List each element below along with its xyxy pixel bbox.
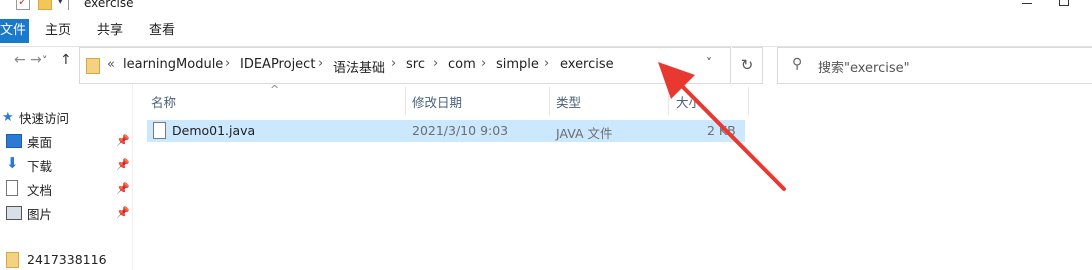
chevron-right-icon[interactable]: › <box>391 56 396 71</box>
search-input[interactable]: ⚲ 搜索"exercise" <box>777 47 1092 84</box>
breadcrumb-exercise[interactable]: exercise <box>560 57 614 72</box>
refresh-icon[interactable]: ↻ <box>732 47 763 84</box>
sort-ascending-icon: ^ <box>270 83 280 96</box>
chevron-right-icon[interactable]: › <box>433 56 438 71</box>
search-icon: ⚲ <box>792 56 803 72</box>
column-header-modified[interactable]: 修改日期 <box>412 92 462 111</box>
desktop-icon <box>6 134 22 148</box>
customize-toolbar-chevron-icon[interactable]: ▾ <box>58 0 63 7</box>
file-name: Demo01.java <box>172 123 256 138</box>
maximize-icon[interactable] <box>1059 0 1069 6</box>
pictures-icon <box>6 206 22 220</box>
breadcrumb-overflow[interactable]: « <box>107 57 115 72</box>
chevron-right-icon[interactable]: › <box>318 56 323 71</box>
file-modified: 2021/3/10 9:03 <box>412 123 509 138</box>
column-divider[interactable] <box>748 87 749 115</box>
breadcrumb-learningmodule[interactable]: learningModule <box>123 57 223 72</box>
search-placeholder: 搜索"exercise" <box>818 61 910 76</box>
star-icon: ★ <box>2 110 14 125</box>
tab-home[interactable]: 主页 <box>45 19 71 43</box>
file-size: 2 KB <box>707 123 736 138</box>
sidebar-item-folder[interactable]: 2417338116 <box>27 252 107 267</box>
address-dropdown-chevron-icon[interactable]: ˅ <box>706 56 712 70</box>
pin-icon[interactable]: 📌 <box>116 182 130 195</box>
breadcrumb-simple[interactable]: simple <box>496 57 539 72</box>
sidebar-item-downloads[interactable]: 下载 <box>27 156 52 175</box>
tab-view[interactable]: 查看 <box>149 19 175 43</box>
chevron-right-icon[interactable]: › <box>225 56 230 71</box>
title-bar: ▾ exercise <box>0 0 1092 14</box>
column-header-size[interactable]: 大小 <box>676 92 701 111</box>
folder-icon <box>6 252 19 268</box>
breadcrumb-ideaproject[interactable]: IDEAProject <box>240 57 315 72</box>
file-type: JAVA 文件 <box>556 126 613 141</box>
title-separator <box>68 0 69 10</box>
back-arrow-icon[interactable]: ← <box>14 52 26 68</box>
properties-check-icon[interactable] <box>16 0 30 10</box>
column-divider[interactable] <box>405 87 406 115</box>
minimize-icon[interactable] <box>1022 3 1032 4</box>
breadcrumb-syntax-basics[interactable]: 语法基础 <box>333 57 385 76</box>
document-icon <box>6 180 18 196</box>
column-header-type[interactable]: 类型 <box>556 92 581 111</box>
address-bar[interactable]: « learningModule › IDEAProject › 语法基础 › … <box>79 47 731 84</box>
chevron-right-icon[interactable]: › <box>544 56 549 71</box>
breadcrumb-com[interactable]: com <box>448 57 476 72</box>
download-icon: ⬇ <box>6 154 19 172</box>
ribbon: 文件 主页 共享 查看 <box>0 14 1092 47</box>
java-file-icon <box>153 122 166 139</box>
table-row[interactable]: Demo01.java 2021/3/10 9:03 JAVA 文件 2 KB <box>147 120 745 142</box>
pin-icon[interactable]: 📌 <box>116 134 130 147</box>
sidebar-item-documents[interactable]: 文档 <box>27 180 52 199</box>
pin-icon[interactable]: 📌 <box>116 158 130 171</box>
chevron-right-icon[interactable]: › <box>481 56 486 71</box>
new-folder-icon[interactable] <box>38 0 52 10</box>
folder-icon <box>86 58 100 74</box>
column-divider[interactable] <box>668 87 669 115</box>
breadcrumb-src[interactable]: src <box>406 57 425 72</box>
sidebar-item-quick-access[interactable]: 快速访问 <box>19 108 69 127</box>
column-divider[interactable] <box>549 87 550 115</box>
column-header-name[interactable]: 名称 <box>151 92 176 111</box>
sidebar-item-desktop[interactable]: 桌面 <box>27 132 52 151</box>
sidebar-item-pictures[interactable]: 图片 <box>27 204 52 223</box>
tab-file[interactable]: 文件 <box>0 19 29 43</box>
forward-arrow-icon[interactable]: → <box>30 52 42 68</box>
window-title: exercise <box>84 0 134 10</box>
up-arrow-icon[interactable]: ↑ <box>60 52 72 68</box>
pane-divider[interactable] <box>132 84 133 270</box>
pin-icon[interactable]: 📌 <box>116 206 130 219</box>
recent-locations-chevron-icon[interactable]: ˅ <box>42 54 48 67</box>
tab-share[interactable]: 共享 <box>97 19 123 43</box>
